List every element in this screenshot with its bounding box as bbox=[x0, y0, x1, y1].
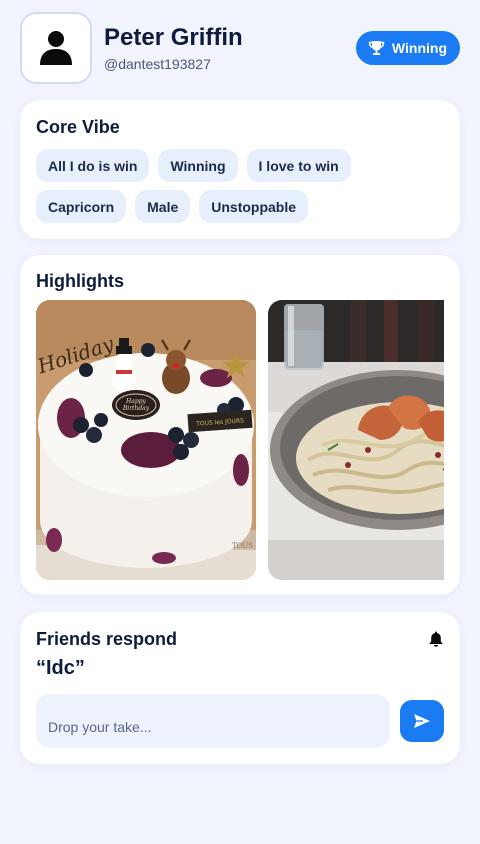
profile-name: Peter Griffin bbox=[104, 24, 243, 51]
profile-handle: @dantest193827 bbox=[104, 56, 211, 72]
friends-respond-card: Friends respond “Idc” bbox=[20, 612, 460, 764]
status-button[interactable]: Winning bbox=[355, 31, 460, 65]
person-icon bbox=[40, 31, 72, 65]
friend-quote: “Idc” bbox=[36, 657, 85, 679]
trophy-icon bbox=[368, 41, 385, 55]
status-label: Winning bbox=[391, 40, 447, 56]
take-input[interactable] bbox=[36, 694, 390, 748]
send-button[interactable] bbox=[400, 700, 444, 742]
highlight-photo-cake[interactable]: Happy Birthday TOUS les JOURS Holiday TO… bbox=[36, 300, 256, 580]
vibe-tag[interactable]: I love to win bbox=[246, 149, 351, 182]
profile-header: Peter Griffin @dantest193827 Winning bbox=[20, 12, 460, 84]
highlight-photo-pasta[interactable] bbox=[268, 300, 444, 580]
friends-respond-title: Friends respond bbox=[36, 629, 178, 649]
vibe-tag[interactable]: Unstoppable bbox=[199, 190, 309, 223]
highlights-card: Highlights Happy Birthday TOUS les JOURS… bbox=[20, 255, 460, 595]
core-vibe-title: Core Vibe bbox=[36, 117, 120, 137]
avatar[interactable] bbox=[20, 12, 92, 84]
bell-icon[interactable] bbox=[429, 631, 443, 652]
vibe-tag[interactable]: Winning bbox=[158, 149, 238, 182]
send-icon bbox=[414, 714, 430, 728]
highlights-carousel[interactable]: Happy Birthday TOUS les JOURS Holiday TO… bbox=[36, 300, 444, 580]
highlights-title: Highlights bbox=[36, 271, 124, 291]
vibe-tag[interactable]: Capricorn bbox=[36, 190, 127, 223]
vibe-tag[interactable]: Male bbox=[135, 190, 191, 223]
svg-text:Happy: Happy bbox=[125, 398, 146, 405]
svg-text:TOUS: TOUS bbox=[232, 542, 253, 550]
core-vibe-card: Core Vibe All I do is win Winning I love… bbox=[20, 100, 460, 239]
vibe-tag[interactable]: All I do is win bbox=[36, 149, 150, 182]
svg-text:Birthday: Birthday bbox=[122, 405, 150, 412]
vibe-tags: All I do is win Winning I love to win Ca… bbox=[36, 149, 446, 223]
